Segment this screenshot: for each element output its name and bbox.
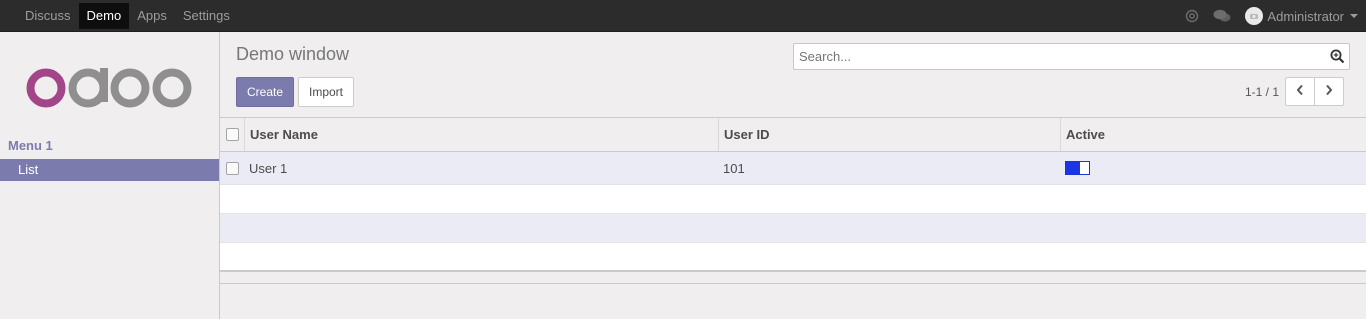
search-bar — [793, 43, 1350, 70]
select-all-checkbox[interactable] — [226, 128, 239, 141]
create-button[interactable]: Create — [236, 77, 294, 107]
user-name: Administrator — [1267, 8, 1344, 24]
cell-active — [1065, 152, 1090, 184]
column-header-user-id[interactable]: User ID — [718, 118, 1060, 151]
pager-previous-button[interactable] — [1285, 77, 1315, 106]
select-all-cell — [226, 118, 239, 151]
import-button[interactable]: Import — [298, 77, 354, 107]
toggle-knob — [1066, 162, 1080, 174]
empty-row — [220, 214, 1366, 243]
table-row[interactable]: User 1 101 — [220, 152, 1366, 185]
pager-value[interactable]: 1-1 / 1 — [1245, 85, 1279, 99]
chat-bubbles-icon[interactable] — [1213, 9, 1231, 23]
caret-down-icon — [1350, 14, 1358, 18]
list-view-table: User Name User ID Active User 1 101 — [220, 117, 1366, 272]
column-header-user-name[interactable]: User Name — [244, 118, 718, 151]
app-discuss[interactable]: Discuss — [17, 3, 79, 29]
at-icon[interactable] — [1185, 9, 1199, 23]
page-title: Demo window — [236, 44, 350, 64]
chevron-right-icon — [1325, 84, 1333, 99]
cell-user-id: 101 — [723, 160, 745, 176]
sidebar-item-list[interactable]: List — [0, 159, 219, 181]
top-navbar: Discuss Demo Apps Settings Administrator — [0, 0, 1366, 32]
empty-row — [220, 243, 1366, 272]
search-input[interactable] — [794, 44, 1314, 69]
app-demo[interactable]: Demo — [78, 3, 130, 29]
cell-user-name: User 1 — [249, 160, 288, 176]
row-select-cell — [226, 152, 239, 184]
avatar — [1245, 7, 1264, 25]
chevron-left-icon — [1296, 84, 1304, 99]
pager-next-button[interactable] — [1314, 77, 1344, 106]
app-menu: Discuss Demo Apps Settings — [17, 3, 238, 29]
row-checkbox[interactable] — [226, 161, 239, 175]
sidebar: Menu 1 List — [0, 32, 220, 319]
user-menu[interactable]: Administrator — [1245, 7, 1358, 25]
table-header: User Name User ID Active — [220, 118, 1366, 152]
search-icon[interactable] — [1330, 49, 1345, 67]
divider — [220, 283, 1366, 284]
active-toggle[interactable] — [1065, 161, 1090, 175]
app-settings[interactable]: Settings — [175, 3, 238, 29]
systray: Administrator — [1185, 0, 1358, 32]
odoo-logo[interactable] — [26, 66, 192, 110]
column-header-active[interactable]: Active — [1060, 118, 1366, 151]
menu-section-title[interactable]: Menu 1 — [8, 138, 53, 153]
app-apps[interactable]: Apps — [129, 3, 175, 29]
empty-row — [220, 185, 1366, 214]
